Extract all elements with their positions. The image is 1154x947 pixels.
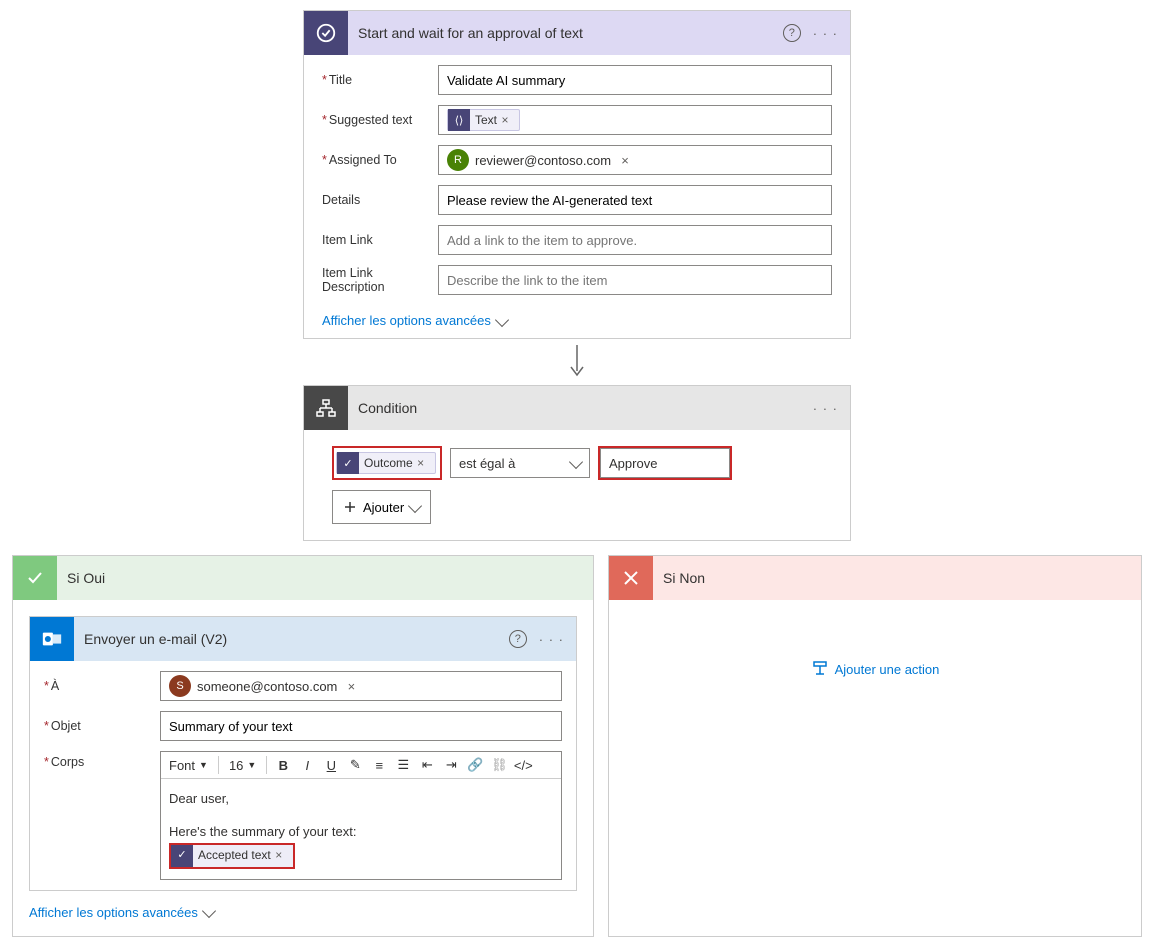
approval-icon xyxy=(304,11,348,55)
caret-down-icon: ▼ xyxy=(199,760,208,770)
link-button[interactable]: 🔗 xyxy=(465,754,485,776)
more-icon[interactable] xyxy=(813,401,838,416)
itemlinkdesc-label: Item Link Description xyxy=(322,266,438,294)
condition-branches: Si Oui Envoyer un e-mail (V2) xyxy=(12,555,1142,937)
close-icon xyxy=(609,556,653,600)
itemlink-label: Item Link xyxy=(322,233,438,247)
subject-input[interactable] xyxy=(160,711,562,741)
condition-title: Condition xyxy=(348,400,813,416)
title-label: Title xyxy=(322,73,438,87)
flow-arrow xyxy=(303,345,851,379)
branch-yes: Si Oui Envoyer un e-mail (V2) xyxy=(12,555,594,937)
advanced-options-link[interactable]: Afficher les options avancées xyxy=(322,313,507,328)
caret-down-icon: ▼ xyxy=(247,760,256,770)
body-line-2: Here's the summary of your text: xyxy=(169,822,553,843)
body-label: Corps xyxy=(44,751,160,769)
text-token[interactable]: ⟨⟩ Text × xyxy=(447,109,520,131)
email-header[interactable]: Envoyer un e-mail (V2) ? xyxy=(30,617,576,661)
email-body-editor: Font ▼ 16 ▼ B xyxy=(160,751,562,880)
details-input[interactable] xyxy=(438,185,832,215)
plus-icon xyxy=(343,500,357,514)
condition-row: ✓ Outcome × est égal à Approve xyxy=(332,446,822,480)
help-icon[interactable]: ? xyxy=(783,24,801,42)
add-condition-button[interactable]: Ajouter xyxy=(332,490,431,524)
format-button[interactable]: ✎ xyxy=(345,754,365,776)
chevron-down-icon xyxy=(408,499,422,513)
number-list-button[interactable]: ☰ xyxy=(393,754,413,776)
more-icon[interactable] xyxy=(813,26,838,41)
bold-button[interactable]: B xyxy=(273,754,293,776)
email-card: Envoyer un e-mail (V2) ? À S someone@con… xyxy=(29,616,577,891)
assigned-label: Assigned To xyxy=(322,153,438,167)
email-advanced-link[interactable]: Afficher les options avancées xyxy=(29,905,214,920)
token-icon: ⟨⟩ xyxy=(448,109,470,131)
condition-operator-select[interactable]: est égal à xyxy=(450,448,590,478)
to-input[interactable]: S someone@contoso.com × xyxy=(160,671,562,701)
unlink-button[interactable]: ⛓ xyxy=(489,754,509,776)
more-icon[interactable] xyxy=(539,632,564,647)
chevron-down-icon xyxy=(495,312,509,326)
add-action-link[interactable]: Ajouter une action xyxy=(811,660,940,678)
suggested-label: Suggested text xyxy=(322,113,438,127)
code-button[interactable]: </> xyxy=(513,754,533,776)
accepted-text-token[interactable]: ✓ Accepted text × xyxy=(169,843,295,869)
outdent-button[interactable]: ⇤ xyxy=(417,754,437,776)
branch-no: Si Non Ajouter une action xyxy=(608,555,1142,937)
condition-left[interactable]: ✓ Outcome × xyxy=(332,446,442,480)
avatar-icon: S xyxy=(169,675,191,697)
itemlink-input[interactable] xyxy=(438,225,832,255)
branch-no-title: Si Non xyxy=(653,570,1141,586)
font-select[interactable]: Font ▼ xyxy=(165,754,212,776)
email-title: Envoyer un e-mail (V2) xyxy=(74,631,509,647)
condition-right[interactable]: Approve xyxy=(598,446,732,480)
condition-card: Condition ✓ Outcome × est égal à Approve xyxy=(303,385,851,541)
details-label: Details xyxy=(322,193,438,207)
email-body-content[interactable]: Dear user, Here's the summary of your te… xyxy=(161,779,561,879)
approval-card: Start and wait for an approval of text ?… xyxy=(303,10,851,339)
outlook-icon xyxy=(30,617,74,661)
remove-token-icon[interactable]: × xyxy=(271,846,287,865)
body-line-1: Dear user, xyxy=(169,789,553,810)
title-input[interactable] xyxy=(438,65,832,95)
italic-button[interactable]: I xyxy=(297,754,317,776)
chevron-down-icon xyxy=(569,455,583,469)
bullet-list-button[interactable]: ≡ xyxy=(369,754,389,776)
approval-header[interactable]: Start and wait for an approval of text ? xyxy=(304,11,850,55)
token-icon: ✓ xyxy=(337,452,359,474)
suggested-input[interactable]: ⟨⟩ Text × xyxy=(438,105,832,135)
remove-token-icon[interactable]: × xyxy=(497,113,513,127)
remove-recipient-icon[interactable]: × xyxy=(617,153,633,168)
chevron-down-icon xyxy=(202,904,216,918)
to-value: someone@contoso.com xyxy=(197,679,337,694)
to-label: À xyxy=(44,679,160,693)
add-step-icon xyxy=(811,660,829,678)
branch-no-header: Si Non xyxy=(609,556,1141,600)
avatar-icon: R xyxy=(447,149,469,171)
underline-button[interactable]: U xyxy=(321,754,341,776)
help-icon[interactable]: ? xyxy=(509,630,527,648)
assigned-input[interactable]: R reviewer@contoso.com × xyxy=(438,145,832,175)
subject-label: Objet xyxy=(44,719,160,733)
check-icon xyxy=(13,556,57,600)
branch-yes-header: Si Oui xyxy=(13,556,593,600)
token-icon: ✓ xyxy=(171,845,193,867)
approval-title: Start and wait for an approval of text xyxy=(348,25,783,41)
branch-yes-title: Si Oui xyxy=(57,570,593,586)
condition-icon xyxy=(304,386,348,430)
rte-toolbar: Font ▼ 16 ▼ B xyxy=(161,752,561,779)
itemlinkdesc-input[interactable] xyxy=(438,265,832,295)
outcome-token[interactable]: ✓ Outcome × xyxy=(336,452,436,474)
assigned-value: reviewer@contoso.com xyxy=(475,153,611,168)
remove-token-icon[interactable]: × xyxy=(413,456,429,470)
condition-header[interactable]: Condition xyxy=(304,386,850,430)
fontsize-select[interactable]: 16 ▼ xyxy=(225,754,260,776)
remove-recipient-icon[interactable]: × xyxy=(343,679,359,694)
indent-button[interactable]: ⇥ xyxy=(441,754,461,776)
